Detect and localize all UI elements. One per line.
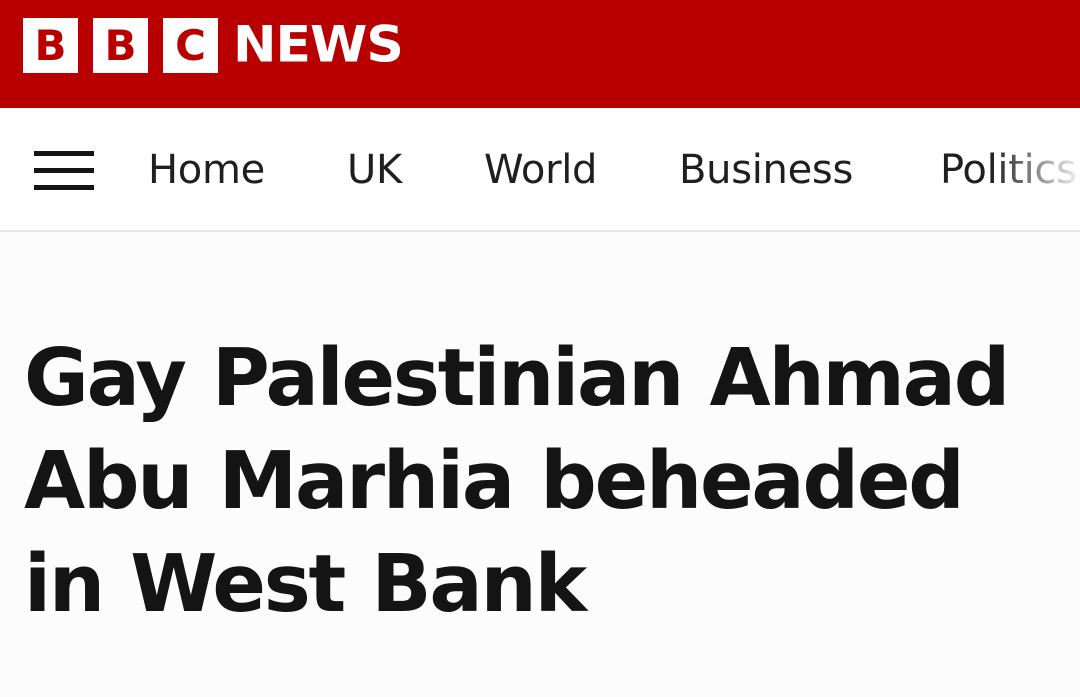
logo-news-word: NEWS	[233, 16, 404, 74]
nav-item-uk[interactable]: UK	[347, 146, 402, 194]
hamburger-menu-icon[interactable]	[34, 151, 94, 191]
article-headline: Gay Palestinian Ahmad Abu Marhia beheade…	[24, 332, 1010, 630]
nav-item-home[interactable]: Home	[148, 146, 265, 194]
page: B B C NEWS Home UK World Business Politi…	[0, 0, 1080, 697]
logo-block-b2: B	[93, 18, 148, 73]
masthead: B B C NEWS	[0, 0, 1080, 108]
navigation-bar: Home UK World Business Politics	[0, 108, 1080, 232]
bbc-news-logo[interactable]: B B C NEWS	[23, 16, 404, 74]
nav-item-world[interactable]: World	[484, 146, 597, 194]
logo-block-c: C	[163, 18, 218, 73]
nav-item-business[interactable]: Business	[679, 146, 853, 194]
logo-block-b1: B	[23, 18, 78, 73]
nav-item-politics[interactable]: Politics	[940, 146, 1077, 194]
